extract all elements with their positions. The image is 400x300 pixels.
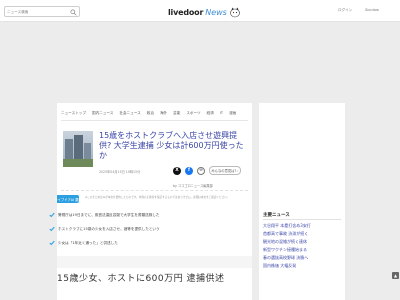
register-link[interactable]: Sionlaw bbox=[365, 8, 379, 12]
summary-points: 警視庁は19日までに、風営法違反容疑で大学生を書類送検した ホストクラブに15歳… bbox=[49, 208, 252, 252]
link-share-icon[interactable]: ∞ bbox=[197, 166, 205, 175]
category-domestic[interactable]: 国内ニュース bbox=[92, 111, 113, 116]
article-subheading: 15歳少女、ホストに600万円 逮捕供述 bbox=[57, 274, 225, 284]
divider bbox=[61, 190, 248, 191]
category-manga[interactable]: 漫画 bbox=[229, 111, 236, 116]
ai-summary-badge: ライブドアAI 要約 bbox=[54, 195, 82, 203]
category-society[interactable]: 社会ニュース bbox=[119, 111, 140, 116]
divider bbox=[61, 120, 248, 121]
site-header: livedoor News ログイン Sionlaw bbox=[0, 0, 400, 22]
page: livedoor News ログイン Sionlaw ニューストップ 国内ニュー… bbox=[0, 0, 400, 300]
sidebar-news-item[interactable]: 首都高で事故 渋滞が続く bbox=[263, 231, 343, 237]
check-icon bbox=[49, 226, 55, 232]
ad-space bbox=[57, 256, 252, 268]
summary-point-text: 警視庁は19日までに、風営法違反容疑で大学生を書類送検した bbox=[58, 212, 160, 217]
sidebar-news-item[interactable]: 春の選抜高校野球 決勝へ bbox=[263, 255, 343, 261]
scroll-top-button[interactable]: ▲ bbox=[392, 272, 399, 279]
article-byline[interactable]: by ココゴロニュース編集部 bbox=[173, 183, 213, 188]
sidebar bbox=[259, 103, 345, 300]
summary-point: 警視庁は19日までに、風営法違反容疑で大学生を書類送検した bbox=[49, 212, 160, 218]
login-link[interactable]: ログイン bbox=[338, 8, 352, 13]
sidebar-news-item[interactable]: 新型ワクチン接種始まる bbox=[263, 247, 343, 253]
sidebar-news-item[interactable]: 大谷翔平 本塁打含め3安打 bbox=[263, 223, 343, 229]
facebook-share-icon[interactable]: f bbox=[185, 166, 193, 175]
ai-summary-note: ※このまとめはAIが本文を要約したものです。内容の正確性を保証するものではありま… bbox=[85, 196, 230, 199]
category-world[interactable]: 海外 bbox=[160, 111, 167, 116]
search-icon[interactable] bbox=[70, 9, 77, 16]
summary-point: 少女は「1年近く通った」と供述した bbox=[49, 240, 118, 246]
site-logo[interactable]: livedoor News bbox=[168, 6, 241, 18]
check-icon bbox=[49, 240, 55, 246]
sidebar-news-item[interactable]: 国内株価 大幅反発 bbox=[263, 263, 343, 269]
logo-news: News bbox=[205, 7, 227, 17]
divider bbox=[263, 219, 341, 220]
category-nav: ニューストップ 国内ニュース 社会ニュース 政治 海外 芸能 スポーツ 経済 I… bbox=[61, 111, 236, 116]
x-share-icon[interactable]: X bbox=[173, 166, 181, 175]
check-icon bbox=[49, 212, 55, 218]
category-top[interactable]: ニューストップ bbox=[61, 111, 86, 116]
category-sports[interactable]: スポーツ bbox=[186, 111, 200, 116]
article-column: ニューストップ 国内ニュース 社会ニュース 政治 海外 芸能 スポーツ 経済 I… bbox=[49, 103, 252, 300]
article-thumbnail[interactable] bbox=[63, 131, 93, 167]
sidebar-title: 主要ニュース bbox=[263, 213, 290, 218]
mascot-icon bbox=[230, 7, 240, 18]
sidebar-news-item[interactable]: 観光地の混雑が続く連休 bbox=[263, 239, 343, 245]
logo-brand: livedoor bbox=[168, 7, 204, 17]
summary-point: ホストクラブに15歳の少女を入店させ、酒等を提供したという bbox=[49, 226, 160, 232]
search-input[interactable] bbox=[7, 8, 67, 16]
summary-point-text: ホストクラブに15歳の少女を入店させ、酒等を提供したという bbox=[58, 226, 160, 231]
article-date: 2025年04月15日 19時15分 bbox=[99, 170, 141, 174]
article-title: 15歳をホストクラブへ入店させ遊興提供? 大学生逮捕 少女は計600万円使ったか bbox=[99, 131, 244, 160]
opinion-button[interactable]: みんなの意見は? › bbox=[209, 166, 241, 175]
ai-summary-header: ライブドアAI 要約 ※このまとめはAIが本文を要約したものです。内容の正確性を… bbox=[54, 195, 252, 204]
search-box[interactable] bbox=[4, 6, 80, 17]
category-entertainment[interactable]: 芸能 bbox=[173, 111, 180, 116]
summary-point-text: 少女は「1年近く通った」と供述した bbox=[58, 240, 118, 245]
category-it[interactable]: IT bbox=[220, 111, 223, 116]
share-bar: X f ∞ みんなの意見は? › bbox=[173, 166, 241, 175]
category-economy[interactable]: 経済 bbox=[207, 111, 214, 116]
category-politics[interactable]: 政治 bbox=[147, 111, 154, 116]
